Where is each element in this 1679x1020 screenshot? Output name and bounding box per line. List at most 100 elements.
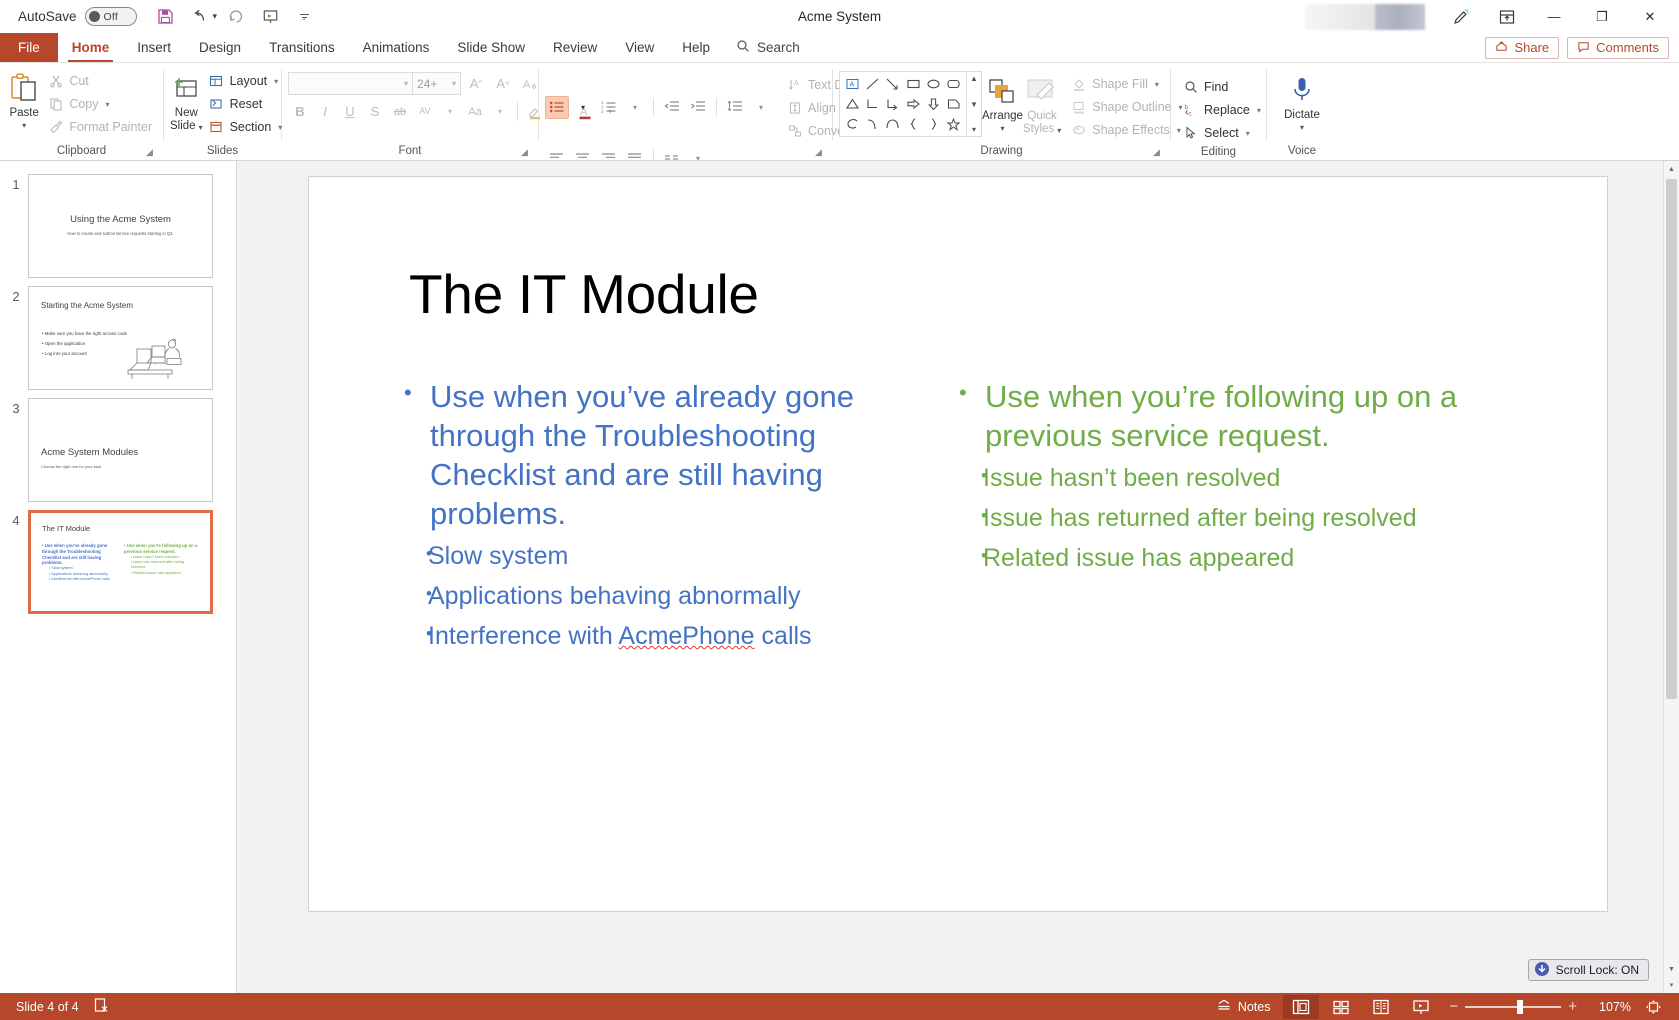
shape-rectangle-icon[interactable] bbox=[903, 74, 923, 94]
tab-design[interactable]: Design bbox=[185, 33, 255, 62]
fit-to-window-button[interactable] bbox=[1635, 995, 1671, 1019]
align-center-button[interactable] bbox=[571, 147, 595, 160]
drawing-dialog-launcher[interactable]: ◢ bbox=[1153, 147, 1165, 159]
tab-slide-show[interactable]: Slide Show bbox=[443, 33, 539, 62]
scroll-next-slide-icon[interactable]: ▾ bbox=[1664, 977, 1679, 993]
zoom-slider[interactable]: − + bbox=[1443, 999, 1583, 1014]
tab-file[interactable]: File bbox=[0, 33, 58, 62]
autosave-toggle[interactable]: Off bbox=[84, 7, 137, 26]
gallery-more-icon[interactable]: ▾ bbox=[972, 125, 976, 134]
increase-font-size-button[interactable]: A ^ bbox=[464, 72, 488, 95]
align-right-button[interactable] bbox=[597, 147, 621, 160]
change-case-dropdown-icon[interactable]: ▾ bbox=[488, 100, 512, 123]
replace-button[interactable]: bc Replace ▾ bbox=[1177, 99, 1266, 121]
shape-fill-dropdown-icon[interactable]: ▾ bbox=[1155, 80, 1159, 89]
shape-outline-button[interactable]: Shape Outline ▾ bbox=[1065, 96, 1187, 118]
slideshow-view-button[interactable] bbox=[1403, 995, 1439, 1019]
gallery-scroll-up-icon[interactable]: ▲ bbox=[970, 74, 978, 83]
customize-qat-icon[interactable] bbox=[289, 3, 319, 30]
dictate-dropdown-icon[interactable]: ▾ bbox=[1300, 123, 1304, 132]
misspelled-word[interactable]: AcmePhone bbox=[618, 622, 754, 650]
tab-help[interactable]: Help bbox=[668, 33, 724, 62]
restore-button[interactable]: ❐ bbox=[1579, 1, 1625, 33]
shape-arrow-icon[interactable] bbox=[883, 74, 903, 94]
layout-button[interactable]: Layout ▾ bbox=[203, 70, 288, 92]
account-info[interactable] bbox=[1305, 3, 1425, 30]
thumbnail-row-2[interactable]: 2 Starting the Acme System • Make sure y… bbox=[0, 286, 236, 390]
decrease-indent-button[interactable] bbox=[660, 96, 684, 119]
paragraph-dialog-launcher[interactable]: ◢ bbox=[815, 147, 827, 159]
text-shadow-button[interactable]: S bbox=[363, 100, 387, 123]
paste-button[interactable]: Paste ▾ bbox=[6, 68, 42, 130]
numbering-button[interactable]: 123 bbox=[597, 96, 621, 119]
notes-button[interactable]: Notes bbox=[1207, 995, 1280, 1019]
slide-thumbnail-pane[interactable]: 1 Using the Acme System How to create an… bbox=[0, 161, 237, 993]
shapes-gallery[interactable]: A ▲ ▼ ▾ bbox=[839, 71, 982, 137]
bold-button[interactable]: B bbox=[288, 100, 312, 123]
italic-button[interactable]: I bbox=[313, 100, 337, 123]
thumbnail-row-1[interactable]: 1 Using the Acme System How to create an… bbox=[0, 174, 236, 278]
shape-down-arrow-icon[interactable] bbox=[923, 94, 943, 114]
comments-button[interactable]: Comments bbox=[1567, 36, 1669, 59]
scroll-up-icon[interactable]: ▲ bbox=[1664, 161, 1679, 177]
section-button[interactable]: Section ▾ bbox=[203, 116, 288, 138]
shapes-gallery-scroll[interactable]: ▲ ▼ ▾ bbox=[967, 71, 982, 137]
character-spacing-dropdown-icon[interactable]: ▾ bbox=[438, 100, 462, 123]
slide-canvas-area[interactable]: The IT Module • Use when you’ve already … bbox=[237, 161, 1679, 993]
ribbon-display-options-icon[interactable] bbox=[1485, 2, 1529, 32]
underline-button[interactable]: U bbox=[338, 100, 362, 123]
shape-fill-button[interactable]: Shape Fill ▾ bbox=[1065, 73, 1187, 95]
line-spacing-dropdown-icon[interactable]: ▾ bbox=[749, 96, 773, 119]
slide-left-content-placeholder[interactable]: • Use when you’ve already gone through t… bbox=[404, 377, 929, 660]
autosave-control[interactable]: AutoSave Off bbox=[18, 7, 137, 26]
numbering-dropdown-icon[interactable]: ▾ bbox=[623, 96, 647, 119]
shapes-grid[interactable]: A bbox=[839, 71, 967, 137]
slide-thumbnail-3[interactable]: Acme System Modules Choose the right one… bbox=[28, 398, 213, 502]
columns-dropdown-icon[interactable]: ▾ bbox=[686, 147, 710, 160]
thumbnail-row-3[interactable]: 3 Acme System Modules Choose the right o… bbox=[0, 398, 236, 502]
clipboard-dialog-launcher[interactable]: ◢ bbox=[146, 147, 158, 159]
tab-transitions[interactable]: Transitions bbox=[255, 33, 349, 62]
layout-dropdown-icon[interactable]: ▾ bbox=[274, 77, 278, 86]
align-left-button[interactable] bbox=[545, 147, 569, 160]
arrange-button[interactable]: Arrange ▾ bbox=[982, 71, 1023, 133]
redo-icon[interactable] bbox=[221, 3, 251, 30]
bullets-dropdown-icon[interactable]: ▾ bbox=[571, 96, 595, 119]
thumbnail-row-4[interactable]: 4 The IT Module • Use when you’ve alread… bbox=[0, 510, 236, 614]
scrollbar-thumb[interactable] bbox=[1666, 179, 1677, 699]
shape-pentagon-icon[interactable] bbox=[944, 94, 964, 114]
slide-counter[interactable]: Slide 4 of 4 bbox=[16, 1000, 79, 1014]
tab-home[interactable]: Home bbox=[58, 33, 124, 62]
slide-thumbnail-1[interactable]: Using the Acme System How to create and … bbox=[28, 174, 213, 278]
reading-view-button[interactable] bbox=[1363, 995, 1399, 1019]
coauthoring-pen-icon[interactable] bbox=[1439, 2, 1483, 32]
normal-view-button[interactable] bbox=[1283, 994, 1320, 1019]
slide-sorter-view-button[interactable] bbox=[1323, 995, 1359, 1019]
shape-line-icon[interactable] bbox=[862, 74, 882, 94]
close-button[interactable]: ✕ bbox=[1627, 1, 1673, 33]
shape-rounded-rectangle-icon[interactable] bbox=[944, 74, 964, 94]
gallery-scroll-down-icon[interactable]: ▼ bbox=[970, 100, 978, 109]
slide-editing-surface[interactable]: The IT Module • Use when you’ve already … bbox=[308, 176, 1608, 912]
scroll-down-icon[interactable]: ▼ bbox=[1664, 961, 1679, 977]
shape-left-brace-icon[interactable] bbox=[903, 114, 923, 134]
arrange-dropdown-icon[interactable]: ▾ bbox=[1000, 124, 1004, 133]
slide-thumbnail-2[interactable]: Starting the Acme System • Make sure you… bbox=[28, 286, 213, 390]
slide-title[interactable]: The IT Module bbox=[409, 262, 759, 326]
justify-button[interactable] bbox=[623, 147, 647, 160]
columns-button[interactable] bbox=[660, 147, 684, 160]
slide-thumbnail-4[interactable]: The IT Module • Use when you’ve already … bbox=[28, 510, 213, 614]
accessibility-checker-icon[interactable] bbox=[93, 997, 110, 1017]
select-dropdown-icon[interactable]: ▾ bbox=[1246, 129, 1250, 138]
format-painter-button[interactable]: Format Painter bbox=[42, 116, 157, 138]
shape-curve-icon[interactable] bbox=[862, 114, 882, 134]
shape-scribble-icon[interactable] bbox=[842, 114, 862, 134]
font-size-dropdown-icon[interactable]: ▾ bbox=[452, 79, 456, 88]
dictate-button[interactable]: Dictate ▾ bbox=[1275, 70, 1329, 132]
quick-styles-button[interactable]: Quick Styles ▾ bbox=[1023, 71, 1061, 136]
start-slideshow-icon[interactable] bbox=[255, 3, 285, 30]
shape-arc-icon[interactable] bbox=[883, 114, 903, 134]
tab-view[interactable]: View bbox=[611, 33, 668, 62]
font-dialog-launcher[interactable]: ◢ bbox=[521, 147, 533, 159]
font-name-dropdown-icon[interactable]: ▾ bbox=[404, 79, 408, 88]
